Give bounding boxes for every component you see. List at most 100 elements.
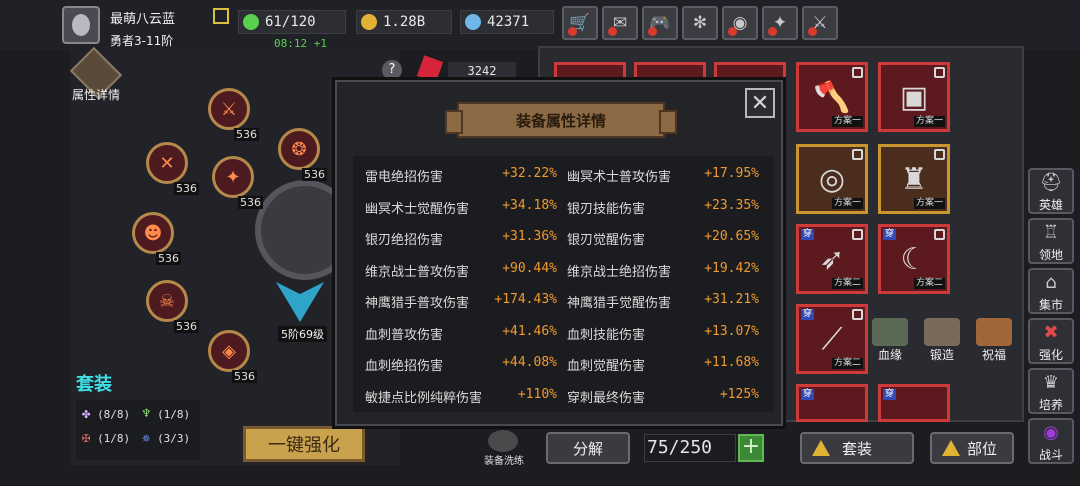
attribute-value: +13.07% [704, 323, 759, 339]
skill-node[interactable]: ✦ [212, 156, 254, 198]
attribute-row: 维京战士普攻伤害 +90.44% 维京战士绝招伤害 +19.42% [353, 255, 773, 286]
sidebar-cultivate[interactable]: ♛ 培养 [1028, 368, 1074, 414]
attribute-value: +17.95% [704, 166, 759, 181]
shop-button[interactable]: 🛒 [562, 6, 598, 40]
alert-icon [808, 27, 817, 36]
skill-node-level: 536 [238, 196, 263, 209]
set-count: (1/8) [97, 432, 131, 445]
castle-icon: ♖ [1042, 222, 1060, 243]
set-item: ✵ (3/3) [142, 430, 190, 446]
attribute-value: +31.21% [704, 292, 759, 307]
attribute-name: 穿刺最终伤害 [567, 390, 646, 406]
lock-icon [852, 67, 863, 78]
attribute-name: 银刃绝招伤害 [365, 233, 444, 248]
decompose-button[interactable]: 分解 [546, 432, 630, 464]
sidebar-battle[interactable]: ◉ 战斗 [1028, 418, 1074, 464]
sidebar-territory-label: 领地 [1038, 248, 1063, 262]
attribute-row: 血刺普攻伤害 +41.46% 血刺技能伤害 +13.07% [353, 318, 773, 349]
scythe-icon: ☾ [900, 241, 928, 277]
equipment-slot[interactable]: ◎ 方案一 [796, 144, 868, 214]
set-label: 套装 [76, 374, 112, 395]
fireworks-button[interactable]: ✦ [762, 6, 798, 40]
set-tab[interactable]: 套装 [800, 432, 914, 464]
lock-icon [852, 309, 863, 320]
skill-node-level: 536 [156, 252, 181, 265]
sidebar-territory[interactable]: ♖ 领地 [1028, 218, 1074, 264]
alert-icon [608, 27, 617, 36]
equipped-badge: 穿 [883, 389, 897, 400]
warning-icon [812, 440, 830, 456]
equipment-slot[interactable]: ♜ 方案一 [878, 144, 950, 214]
player-name: 最萌八云蓝 [110, 12, 176, 27]
sidebar-market[interactable]: ⌂ 集市 [1028, 268, 1074, 314]
skill-node[interactable]: ✕ [146, 142, 188, 184]
equipped-badge: 穿 [801, 309, 815, 320]
equipped-badge: 穿 [883, 229, 897, 240]
sidebar-upgrade-label: 强化 [1038, 348, 1063, 362]
lock-icon [852, 229, 863, 240]
plan-label: 方案一 [913, 116, 945, 127]
gear-icon: ✻ [692, 13, 708, 33]
sidebar-hero-label: 英雄 [1038, 198, 1063, 212]
set-icon: ♆ [142, 406, 151, 422]
set-icon: ✠ [82, 430, 91, 446]
wheel-button[interactable]: ◉ [722, 6, 758, 40]
part-tab[interactable]: 部位 [930, 432, 1014, 464]
set-icon: ✤ [82, 406, 91, 422]
skill-node-level: 536 [174, 320, 199, 333]
skill-node[interactable]: ☠ [146, 280, 188, 322]
gold-counter[interactable]: 1.28B [356, 10, 452, 34]
skill-node[interactable]: ◈ [208, 330, 250, 372]
plan-label: 方案二 [831, 358, 863, 369]
equipment-slot[interactable]: ▣ 方案一 [878, 62, 950, 132]
bloodline-label: 血缘 [877, 348, 902, 362]
attribute-value: +110% [517, 386, 557, 402]
market-icon: ⌂ [1045, 272, 1057, 293]
stamina-value: 61/120 [265, 14, 316, 30]
player-avatar[interactable] [62, 6, 100, 44]
refine-icon[interactable] [488, 430, 518, 452]
battle-button[interactable]: ⚔ [802, 6, 838, 40]
stamina-counter[interactable]: 61/120 [238, 10, 346, 34]
trophy-icon: ♛ [1042, 372, 1060, 393]
forge-button[interactable]: 锻造 [922, 318, 962, 364]
skill-node[interactable]: ❂ [278, 128, 320, 170]
equipment-slot[interactable]: ➶ 穿方案二 [796, 224, 868, 294]
skill-node[interactable]: ☻ [132, 212, 174, 254]
equipment-slot[interactable]: ☾ 穿方案二 [878, 224, 950, 294]
set-item: ✠ (1/8) [82, 430, 130, 446]
attribute-value: +34.18% [502, 197, 557, 213]
gem-counter[interactable]: 42371 [460, 10, 554, 34]
equipment-slot[interactable]: 🪓 方案一 [796, 62, 868, 132]
expand-bag-button[interactable]: + [738, 434, 764, 462]
forge-label: 锻造 [929, 348, 954, 362]
skill-node[interactable]: ⚔ [208, 88, 250, 130]
close-button[interactable]: ✕ [745, 88, 775, 118]
settings-button[interactable]: ✻ [682, 6, 718, 40]
attribute-value: +44.08% [502, 355, 557, 370]
equipped-badge: 穿 [801, 389, 815, 400]
equipment-slot[interactable]: 穿 [878, 384, 950, 422]
attribute-value: +20.65% [704, 229, 759, 244]
gamepad-button[interactable]: 🎮 [642, 6, 678, 40]
set-icon: ✵ [142, 430, 151, 446]
sidebar-upgrade[interactable]: ✖ 强化 [1028, 318, 1074, 364]
equipment-slot[interactable]: ⟋ 穿方案二 [796, 304, 868, 374]
edit-name-icon[interactable] [213, 8, 229, 24]
bless-button[interactable]: 祝福 [974, 318, 1014, 364]
attribute-value: +11.68% [704, 355, 759, 370]
skill-node-level: 536 [174, 182, 199, 195]
help-icon[interactable]: ? [382, 60, 402, 80]
mail-button[interactable]: ✉ [602, 6, 638, 40]
gold-value: 1.28B [383, 14, 426, 30]
sidebar-hero[interactable]: ⛑ 英雄 [1028, 168, 1074, 214]
bag-capacity: 75/250 [644, 434, 736, 462]
attribute-name: 银刃技能伤害 [567, 201, 646, 217]
attribute-name: 神鹰猎手觉醒伤害 [567, 296, 672, 311]
plan-label: 方案一 [913, 198, 945, 209]
bloodline-button[interactable]: 血缘 [870, 318, 910, 364]
attribute-name: 雷电绝招伤害 [365, 170, 444, 185]
equipment-slot[interactable]: 穿 [796, 384, 868, 422]
one-key-upgrade-button[interactable]: 一键强化 [243, 426, 365, 462]
attribute-name: 敏捷点比例纯粹伤害 [365, 390, 483, 406]
